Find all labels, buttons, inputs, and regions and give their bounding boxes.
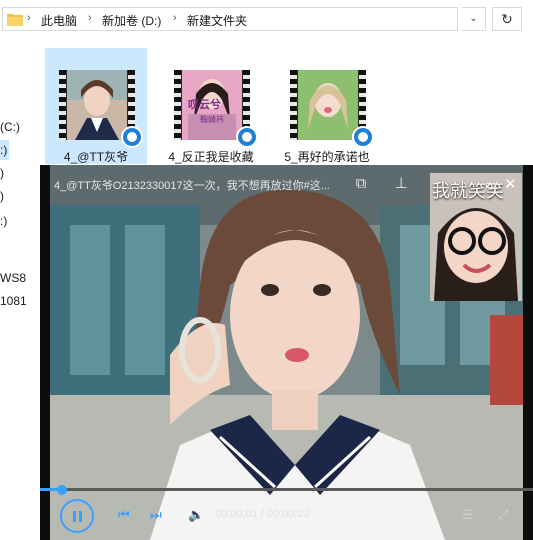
volume-icon[interactable]: 🔈 <box>188 507 204 523</box>
fullscreen-icon[interactable]: ⤢ <box>498 507 508 523</box>
picture-in-picture-window[interactable]: 我就笑笑 ▭ ✕ <box>430 173 522 301</box>
address-bar: › 此电脑 › 新加卷 (D:) › 新建文件夹 ⌄ ↻ <box>0 0 533 38</box>
pip-icon[interactable]: ⧉ <box>350 173 372 195</box>
pin-icon[interactable]: ⊥ <box>390 173 412 195</box>
chevron-right-icon: › <box>27 12 31 24</box>
video-title: 4_@TT灰爷O2132330017这一次，我不想再放过你#这... <box>54 180 330 192</box>
close-icon[interactable]: ✕ <box>504 175 520 193</box>
nav-item-drive[interactable]: :) <box>0 211 7 231</box>
breadcrumb-this-pc[interactable]: 此电脑 <box>41 12 77 29</box>
nav-item-drive[interactable]: ) <box>0 163 4 183</box>
file-name: 5_再好的承诺也 <box>284 150 370 164</box>
settings-icon[interactable]: ☰ <box>462 507 474 523</box>
thumbnail-image <box>67 70 127 140</box>
file-item[interactable]: 5_再好的承诺也 <box>276 48 378 164</box>
minimize-icon[interactable]: ▭ <box>485 177 501 193</box>
video-player-badge-icon <box>352 126 374 148</box>
thumbnail-overlay-text: 叹云兮 <box>188 99 221 111</box>
prev-icon[interactable]: ⏮ <box>118 507 130 523</box>
address-dropdown-button[interactable]: ⌄ <box>462 7 486 31</box>
file-item[interactable]: 叹云兮 鞠婧祎 4_反正我是收藏 <box>160 48 262 164</box>
chevron-down-icon: ⌄ <box>469 13 478 24</box>
breadcrumb-drive-d[interactable]: 新加卷 (D:) <box>102 12 161 29</box>
file-name: 4_反正我是收藏 <box>168 150 254 164</box>
nav-item-network[interactable]: WS8 <box>0 268 26 288</box>
chevron-right-icon: › <box>88 12 92 24</box>
nav-item-network[interactable]: 1081 <box>0 291 27 311</box>
nav-item-drive-c[interactable]: (C:) <box>0 117 20 137</box>
breadcrumb[interactable]: › 此电脑 › 新加卷 (D:) › 新建文件夹 <box>2 7 458 31</box>
file-name: 4_@TT灰爷 <box>63 150 129 164</box>
folder-icon <box>7 14 23 26</box>
time-display: 00:00:01 / 00:00:22 <box>215 508 310 520</box>
file-item[interactable]: 4_@TT灰爷 <box>45 48 147 164</box>
refresh-icon: ↻ <box>501 11 513 27</box>
player-controls: ⏮ ⏭ 🔈 00:00:01 / 00:00:22 ☰ ⤢ <box>40 491 533 540</box>
video-player-window[interactable]: 4_@TT灰爷O2132330017这一次，我不想再放过你#这... ⧉ ⊥ 我… <box>40 165 533 540</box>
thumbnail-image <box>298 70 358 140</box>
thumbnail-overlay-subtext: 鞠婧祎 <box>200 115 224 124</box>
breadcrumb-new-folder[interactable]: 新建文件夹 <box>187 12 247 29</box>
video-player-badge-icon <box>121 126 143 148</box>
chevron-right-icon: › <box>173 12 177 24</box>
next-icon[interactable]: ⏭ <box>150 507 162 523</box>
video-player-badge-icon <box>236 126 258 148</box>
play-pause-button[interactable] <box>60 499 94 533</box>
nav-item-drive[interactable]: ) <box>0 186 4 206</box>
nav-item-drive-d[interactable]: :) <box>0 140 9 160</box>
refresh-button[interactable]: ↻ <box>492 7 522 31</box>
